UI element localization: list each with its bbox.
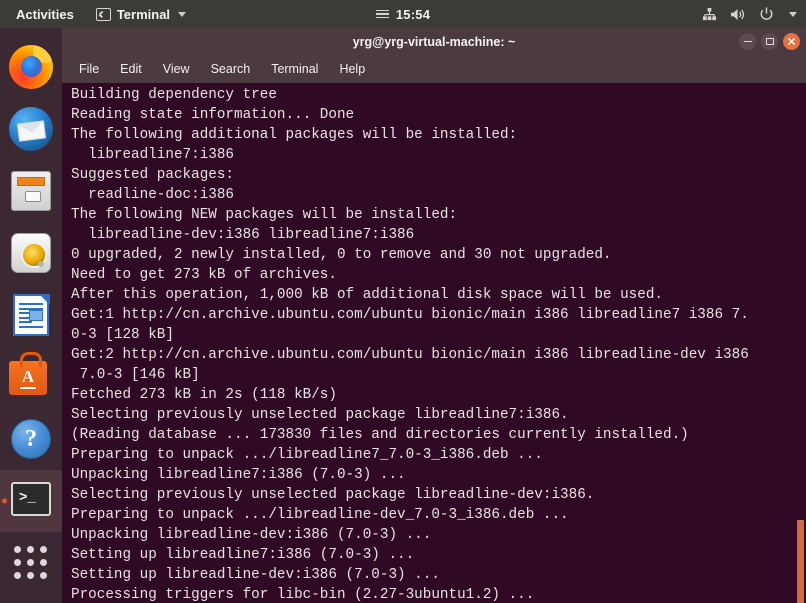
power-icon [759,6,774,22]
gnome-top-bar: Activities Terminal 15:54 [0,0,806,28]
files-icon [9,169,53,213]
network-icon [702,7,717,22]
terminal-line: Get:1 http://cn.archive.ubuntu.com/ubunt… [71,307,749,323]
terminal-line: libreadline7:i386 [71,147,235,163]
terminal-line: Selecting previously unselected package … [71,487,595,503]
hamburger-icon [375,9,389,19]
clock-label: 15:54 [395,6,431,22]
terminal-scrollbar[interactable] [794,83,806,603]
maximize-button[interactable] [761,33,778,50]
top-bar-left-group: Activities Terminal [0,5,190,24]
window-controls [739,28,800,55]
rhythmbox-icon [9,231,53,275]
terminal-prompt-glyph: >_ [19,490,36,506]
system-status-area[interactable] [702,0,797,28]
dock-item-files[interactable] [0,160,62,222]
terminal-line: Unpacking libreadline-dev:i386 (7.0-3) .… [71,527,432,543]
scrollbar-thumb[interactable] [797,519,804,603]
dock-item-ubuntu-software[interactable]: A [0,346,62,408]
terminal-line: Processing triggers for libc-bin (2.27-3… [71,587,535,603]
volume-icon [730,7,746,22]
terminal-menubar: File Edit View Search Terminal Help [62,55,806,83]
terminal-icon [95,7,111,21]
terminal-line: Fetched 273 kB in 2s (118 kB/s) [71,387,337,403]
help-glyph: ? [11,419,51,459]
terminal-line: Get:2 http://cn.archive.ubuntu.com/ubunt… [71,347,749,363]
terminal-line: Preparing to unpack .../libreadline7_7.0… [71,447,543,463]
chevron-down-icon [178,11,187,17]
dock-item-rhythmbox[interactable] [0,222,62,284]
help-icon: ? [9,417,53,461]
terminal-line: 0 upgraded, 2 newly installed, 0 to remo… [71,247,612,263]
libreoffice-writer-icon [9,293,53,337]
terminal-line: 7.0-3 [146 kB] [71,367,200,383]
terminal-line: Unpacking libreadline7:i386 (7.0-3) ... [71,467,406,483]
window-title: yrg@yrg-virtual-machine: ~ [352,34,516,49]
minimize-button[interactable] [739,33,756,50]
terminal-line: The following NEW packages will be insta… [71,207,458,223]
menu-terminal[interactable]: Terminal [271,62,318,76]
terminal-line: 0-3 [128 kB] [71,327,174,343]
terminal-line: The following additional packages will b… [71,127,518,143]
terminal-line: Preparing to unpack .../libreadline-dev_… [71,507,569,523]
terminal-line: Reading state information... Done [71,107,355,123]
terminal-line: Suggested packages: [71,167,235,183]
show-applications-button[interactable] [0,532,62,594]
dock-item-terminal[interactable]: >_ [0,470,62,532]
terminal-line: (Reading database ... 173830 files and d… [71,427,689,443]
terminal-line: Setting up libreadline7:i386 (7.0-3) ... [71,547,415,563]
close-icon [788,38,795,45]
terminal-text: Building dependency tree Reading state in… [71,85,806,603]
dock-item-firefox[interactable] [0,36,62,98]
terminal-window: yrg@yrg-virtual-machine: ~ File Edit Vie… [62,28,806,603]
software-glyph: A [9,368,47,389]
terminal-line: After this operation, 1,000 kB of additi… [71,287,663,303]
menu-file[interactable]: File [79,62,99,76]
ubuntu-software-icon: A [9,352,53,399]
menu-search[interactable]: Search [211,62,251,76]
terminal-line: libreadline-dev:i386 libreadline7:i386 [71,227,415,243]
terminal-line: Need to get 273 kB of archives. [71,267,337,283]
dock-item-help[interactable]: ? [0,408,62,470]
terminal-output-area[interactable]: Building dependency tree Reading state in… [62,83,806,603]
terminal-line: Selecting previously unselected package … [71,407,569,423]
grid-icon [14,546,48,580]
terminal-line: Setting up libreadline-dev:i386 (7.0-3) … [71,567,440,583]
menu-help[interactable]: Help [339,62,365,76]
menu-edit[interactable]: Edit [120,62,142,76]
window-titlebar[interactable]: yrg@yrg-virtual-machine: ~ [62,28,806,55]
clock-menu-button[interactable]: 15:54 [323,7,483,22]
chevron-down-icon[interactable] [789,11,797,17]
close-button[interactable] [783,33,800,50]
terminal-line: Building dependency tree [71,87,277,103]
app-menu-button[interactable]: Terminal [92,5,190,24]
dock-item-libreoffice-writer[interactable] [0,284,62,346]
terminal-line: readline-doc:i386 [71,187,235,203]
activities-button[interactable]: Activities [10,5,80,24]
menu-view[interactable]: View [163,62,190,76]
thunderbird-icon [9,107,53,151]
app-menu-label: Terminal [116,6,171,22]
ubuntu-dock: A ? >_ [0,28,62,603]
terminal-icon: >_ [9,479,53,523]
firefox-icon [9,45,53,89]
dock-item-thunderbird[interactable] [0,98,62,160]
